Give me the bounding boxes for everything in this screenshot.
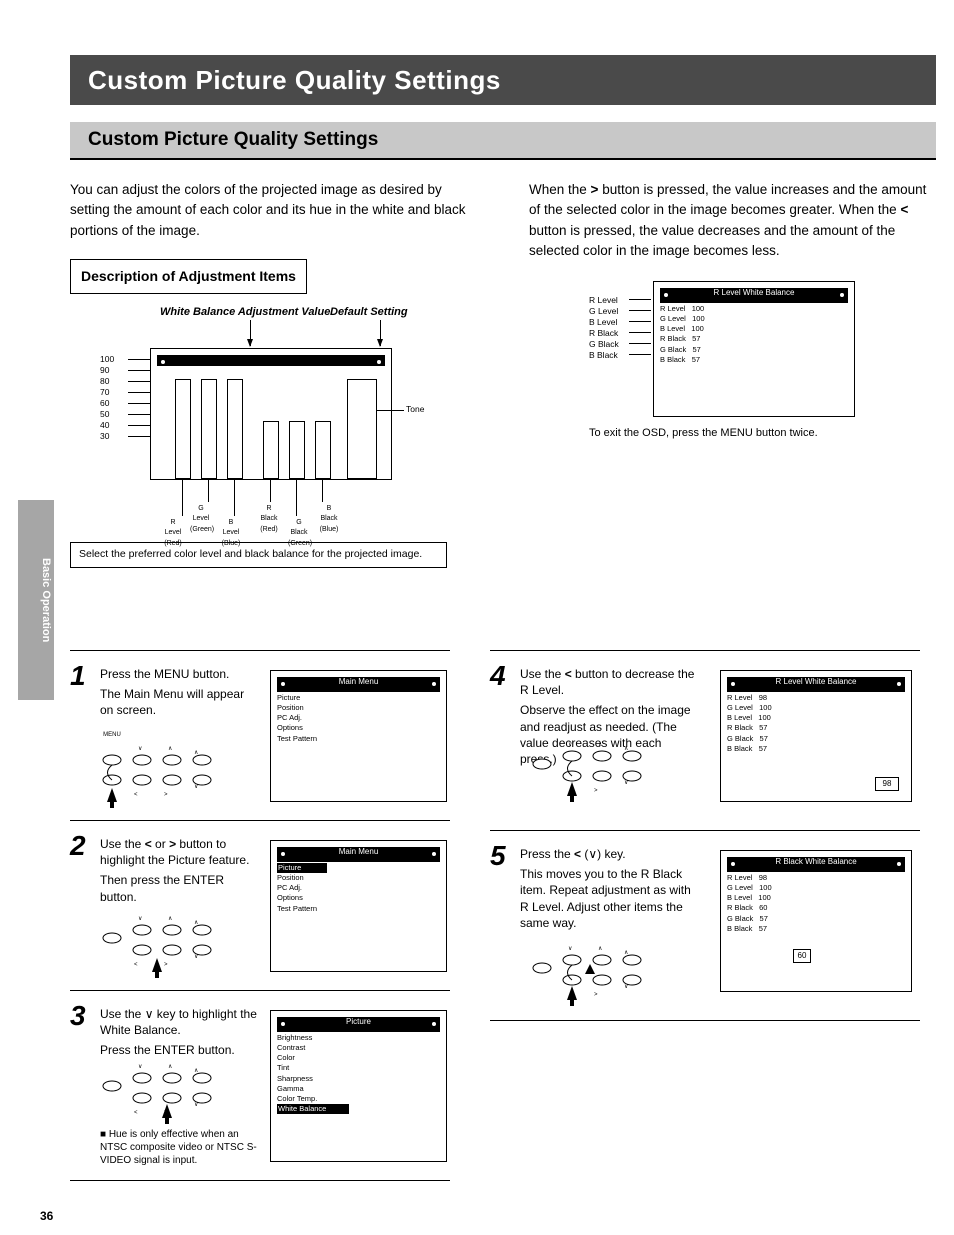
svg-text:∧: ∧: [194, 920, 198, 926]
graph-y-ticks: 100 90 80 70 60 50 40 30: [100, 354, 114, 442]
intro-left: You can adjust the colors of the project…: [70, 180, 477, 584]
remote-icon: ∨ ∧ > ∧ ∨: [530, 736, 650, 800]
svg-text:∨: ∨: [568, 946, 572, 952]
step-1-text: Press the MENU button.: [100, 666, 250, 682]
step-5: 5 Press the < (∨) key. This moves you to…: [490, 840, 920, 1010]
press-arrow-icon-small: [585, 964, 595, 974]
svg-text:∧: ∧: [624, 746, 628, 752]
intro-right-ticks: R Level G Level B Level R Black G Black …: [589, 295, 619, 361]
page-number: 36: [40, 1209, 53, 1223]
svg-text:∧: ∧: [598, 742, 602, 748]
svg-text:>: >: [164, 792, 168, 798]
step-3-text: Use the ∨ key to highlight the White Bal…: [100, 1006, 260, 1038]
intro-right: When the > button is pressed, the value …: [529, 180, 936, 457]
step-3-note: Hue is only effective when an NTSC compo…: [100, 1129, 257, 1166]
remote-1: ∨ ∧ ∧ ∨ < > MENU: [100, 740, 220, 802]
page-title-grey: Custom Picture Quality Settings: [70, 122, 936, 158]
svg-text:∨: ∨: [138, 1064, 142, 1070]
step-2-screen: Main Menu Picture Position PC Adj. Optio…: [270, 840, 447, 972]
graph-caption: Select the preferred color level and bla…: [70, 542, 447, 568]
intro: You can adjust the colors of the project…: [70, 180, 936, 584]
step-1: 1 Press the MENU button. The Main Menu w…: [70, 660, 450, 810]
svg-text:∨: ∨: [138, 746, 142, 752]
lbl-b-black: B Black (Blue): [318, 504, 340, 536]
step-2: 2 Use the < or > button to highlight the…: [70, 830, 450, 980]
remote-2: ∨ ∧ < > ∧ ∨: [100, 910, 220, 972]
svg-text:∨: ∨: [624, 984, 628, 990]
graph-title-1: White Balance Adjustment Value: [160, 304, 330, 321]
lbl-g-level: G Level (Green): [190, 504, 212, 536]
graph-title-2: Default Setting: [330, 304, 408, 321]
step-5-screen: R Black White Balance R Level 98 G Level…: [720, 850, 912, 992]
svg-text:<: <: [134, 962, 138, 968]
value-box: 60: [793, 949, 811, 963]
step-4-num: 4: [490, 660, 506, 691]
step-3-num: 3: [70, 1000, 86, 1031]
svg-text:∨: ∨: [194, 784, 198, 790]
svg-text:∧: ∧: [194, 1068, 198, 1074]
step-3-sub: Press the ENTER button.: [100, 1042, 260, 1058]
step-3: 3 Use the ∨ key to highlight the White B…: [70, 1000, 450, 1170]
svg-text:∨: ∨: [624, 780, 628, 786]
intro-right-screen: R Level White Balance R Level 100 G Leve…: [653, 281, 855, 417]
page-title-dark: Custom Picture Quality Settings: [70, 55, 936, 105]
page: Basic Operation Custom Picture Quality S…: [0, 0, 954, 1235]
step-1-screen: Main Menu Picture Position PC Adj. Optio…: [270, 670, 447, 802]
svg-text:<: <: [134, 1110, 138, 1116]
step-1-sub: The Main Menu will appear on screen.: [100, 686, 250, 718]
svg-text:∧: ∧: [168, 1064, 172, 1070]
step-1-num: 1: [70, 660, 86, 691]
svg-text:∨: ∨: [568, 742, 572, 748]
remote-4: ∨ ∧ > ∧ ∨: [530, 736, 650, 798]
svg-text:∧: ∧: [624, 950, 628, 956]
lbl-r-black: R Black (Red): [258, 504, 280, 536]
intro-left-text: You can adjust the colors of the project…: [70, 180, 477, 241]
step-4-screen: R Level White Balance R Level 98 G Level…: [720, 670, 912, 802]
svg-text:<: <: [134, 792, 138, 798]
remote-3: ∨∧ <> ∧∨: [100, 1058, 220, 1120]
svg-text:>: >: [594, 992, 598, 998]
svg-text:∨: ∨: [194, 954, 198, 960]
step-2-sub: Then press the ENTER button.: [100, 872, 260, 904]
svg-text:>: >: [594, 788, 598, 794]
svg-text:∨: ∨: [138, 916, 142, 922]
svg-text:∧: ∧: [168, 746, 172, 752]
step-5-num: 5: [490, 840, 506, 871]
adjustment-items-box: Description of Adjustment Items: [70, 259, 307, 294]
svg-text:>: >: [164, 962, 168, 968]
value-box: 98: [875, 777, 899, 791]
graph-frame: [150, 348, 392, 480]
remote-icon: ∨∧ <> ∧∨: [100, 1058, 220, 1122]
graph-tone-label: Tone: [406, 404, 424, 415]
step-4: 4 Use the < button to decrease the R Lev…: [490, 660, 920, 820]
step-2-num: 2: [70, 830, 86, 861]
svg-text:∨: ∨: [194, 1102, 198, 1108]
remote-5: ∨ ∧ > ∧ ∨: [530, 940, 650, 1002]
svg-text:∧: ∧: [598, 946, 602, 952]
svg-text:∧: ∧: [168, 916, 172, 922]
step-5-sub: This moves you to the R Black item. Repe…: [520, 866, 700, 931]
remote-icon: ∨ ∧ ∧ ∨ < >: [100, 740, 220, 804]
step-3-screen: Picture Brightness Contrast Color Tint S…: [270, 1010, 447, 1162]
intro-right-caption: To exit the OSD, press the MENU button t…: [589, 425, 818, 442]
side-tab: Basic Operation: [18, 500, 54, 700]
svg-text:∧: ∧: [194, 750, 198, 756]
